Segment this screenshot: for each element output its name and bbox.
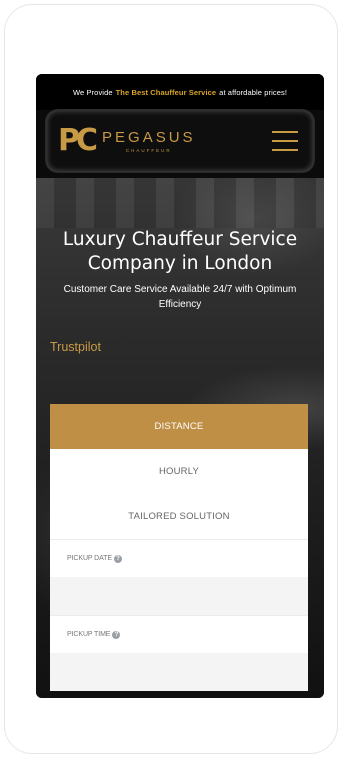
promo-suffix: at affordable prices!: [219, 87, 288, 97]
promo-highlight: The Best Chauffeur Service: [115, 87, 217, 97]
promo-prefix: We Provide: [72, 87, 113, 97]
pickup-time-field: PICKUP TIME ?: [50, 615, 308, 691]
logo-wordmark: PEGASUS CHAUFFEUR: [102, 130, 196, 153]
pickup-date-label-text: PICKUP DATE: [67, 555, 112, 562]
tab-tailored-solution[interactable]: TAILORED SOLUTION: [50, 494, 308, 539]
hero-subtitle: Customer Care Service Available 24/7 wit…: [63, 284, 297, 310]
hero-section: Luxury Chauffeur Service Company in Lond…: [36, 178, 324, 698]
logo-monogram: PC: [58, 123, 98, 158]
trustpilot-widget[interactable]: Trustpilot: [50, 340, 101, 354]
hamburger-menu-icon[interactable]: [272, 131, 298, 151]
navbar: PC PEGASUS CHAUFFEUR: [46, 110, 314, 172]
phone-screen: We Provide The Best Chauffeur Service at…: [36, 74, 324, 698]
header: PC PEGASUS CHAUFFEUR: [36, 110, 324, 178]
menu-bar: [272, 149, 298, 151]
tab-distance[interactable]: DISTANCE: [50, 404, 308, 449]
pickup-date-input[interactable]: [50, 577, 308, 615]
pickup-time-label-text: PICKUP TIME: [67, 631, 111, 638]
brand-logo[interactable]: PC PEGASUS CHAUFFEUR: [58, 126, 196, 156]
phone-frame: We Provide The Best Chauffeur Service at…: [4, 4, 338, 754]
hero-title: Luxury Chauffeur Service Company in Lond…: [36, 228, 324, 276]
logo-name: PEGASUS: [102, 128, 196, 146]
tab-hourly[interactable]: HOURLY: [50, 449, 308, 494]
menu-bar: [272, 140, 298, 142]
hero-title-line1: Luxury Chauffeur Service: [62, 229, 298, 250]
logo-tagline: CHAUFFEUR: [125, 147, 172, 153]
question-circle-icon[interactable]: ?: [113, 554, 122, 563]
pickup-time-input[interactable]: [50, 653, 308, 691]
pickup-date-label: PICKUP DATE ?: [50, 540, 308, 577]
pickup-time-label: PICKUP TIME ?: [50, 616, 308, 653]
promo-topbar: We Provide The Best Chauffeur Service at…: [36, 74, 324, 110]
menu-bar: [272, 131, 298, 133]
question-circle-icon[interactable]: ?: [112, 630, 121, 639]
hero-title-line2: Company in London: [87, 253, 273, 274]
booking-form: DISTANCE HOURLY TAILORED SOLUTION PICKUP…: [50, 404, 308, 691]
pickup-date-field: PICKUP DATE ?: [50, 539, 308, 615]
